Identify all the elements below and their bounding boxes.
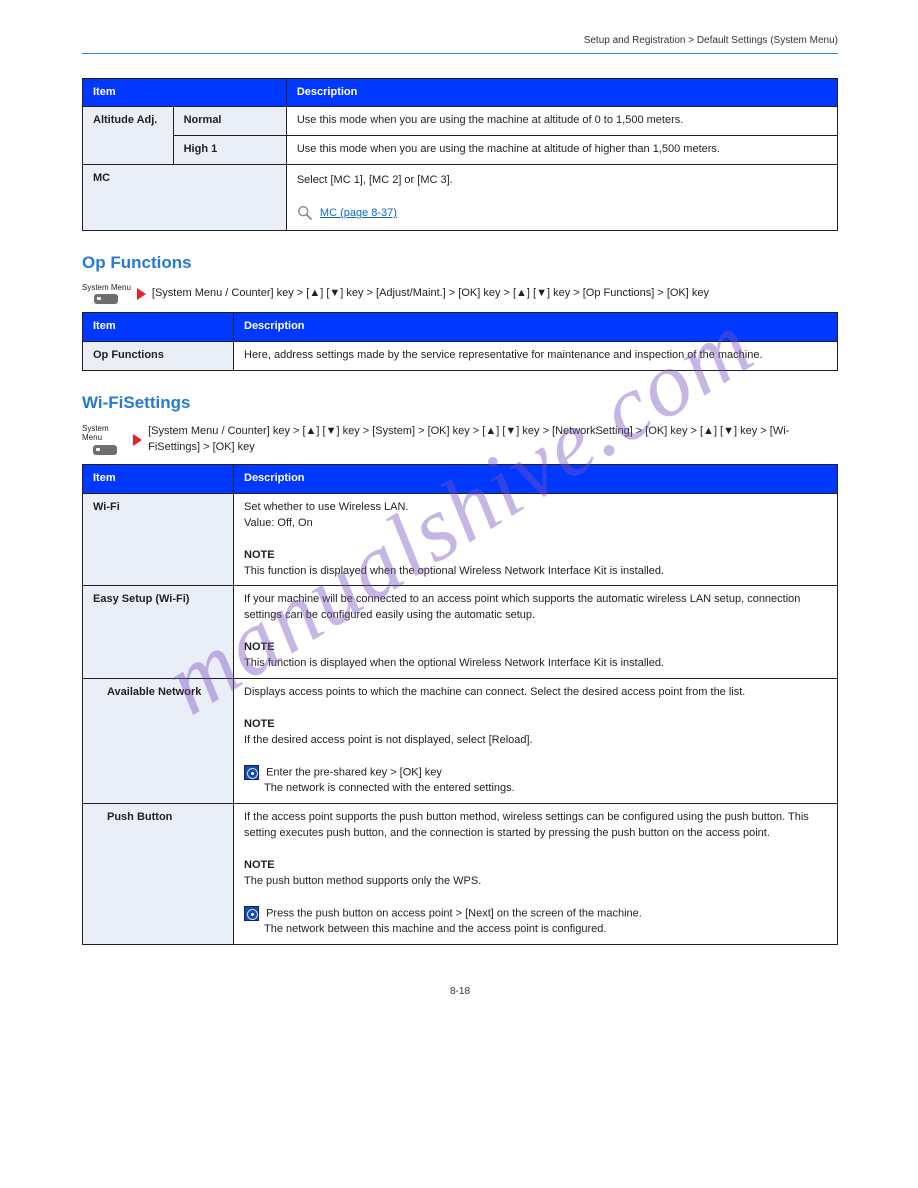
cell-wifi-desc: Set whether to use Wireless LAN. Value: … bbox=[234, 493, 838, 586]
cell-easy-desc: If your machine will be connected to an … bbox=[234, 586, 838, 679]
cell-push-desc: If the access point supports the push bu… bbox=[234, 804, 838, 945]
cell-mc: MC bbox=[83, 165, 287, 231]
magnifier-icon bbox=[297, 205, 313, 221]
mc-text: Select [MC 1], [MC 2] or [MC 3]. bbox=[297, 174, 453, 186]
cell-easy: Easy Setup (Wi-Fi) bbox=[83, 586, 234, 679]
avail-action: Enter the pre-shared key > [OK] key bbox=[266, 766, 442, 778]
cell-normal: Normal bbox=[173, 107, 286, 136]
table-wifi: Item Description Wi-Fi Set whether to us… bbox=[82, 464, 838, 945]
cell-high1-desc: Use this mode when you are using the mac… bbox=[286, 136, 837, 165]
push-line1: If the access point supports the push bu… bbox=[244, 811, 809, 839]
avail-line1: Displays access points to which the mach… bbox=[244, 686, 745, 698]
network-icon bbox=[244, 906, 259, 921]
wifi-line1: Set whether to use Wireless LAN. bbox=[244, 501, 408, 513]
cell-mc-desc: Select [MC 1], [MC 2] or [MC 3]. MC (pag… bbox=[286, 165, 837, 231]
breadcrumb-wifi-text: [System Menu / Counter] key > [▲] [▼] ke… bbox=[148, 424, 838, 456]
note-label: NOTE bbox=[244, 641, 275, 653]
breadcrumb-op: System Menu [System Menu / Counter] key … bbox=[82, 284, 838, 305]
th-item-op: Item bbox=[83, 313, 234, 342]
wifi-line3: This function is displayed when the opti… bbox=[244, 565, 664, 577]
note-label: NOTE bbox=[244, 859, 275, 871]
mc-link[interactable]: MC (page 8-37) bbox=[320, 207, 397, 219]
cell-op: Op Functions bbox=[83, 342, 234, 371]
table-altitude: Item Description Altitude Adj. Normal Us… bbox=[82, 78, 838, 232]
cell-push: Push Button bbox=[83, 804, 234, 945]
th-desc-wifi: Description bbox=[234, 464, 838, 493]
breadcrumb-wifi: System Menu [System Menu / Counter] key … bbox=[82, 424, 838, 456]
cell-wifi: Wi-Fi bbox=[83, 493, 234, 586]
note-label: NOTE bbox=[244, 718, 275, 730]
table-op: Item Description Op Functions Here, addr… bbox=[82, 312, 838, 371]
avail-line3: The network is connected with the entere… bbox=[264, 781, 515, 797]
header-rule bbox=[82, 53, 838, 54]
th-desc: Description bbox=[286, 78, 837, 107]
page-number: 8-18 bbox=[82, 985, 838, 1000]
cell-available: Available Network bbox=[83, 679, 234, 804]
th-item: Item bbox=[83, 78, 287, 107]
cell-op-desc: Here, address settings made by the servi… bbox=[234, 342, 838, 371]
cell-high1: High 1 bbox=[173, 136, 286, 165]
push-action: Press the push button on access point > … bbox=[266, 907, 642, 919]
note-label: NOTE bbox=[244, 549, 275, 561]
network-icon bbox=[244, 765, 259, 780]
page-header: Setup and Registration > Default Setting… bbox=[82, 34, 838, 49]
cell-altitude: Altitude Adj. bbox=[83, 107, 174, 165]
cell-available-desc: Displays access points to which the mach… bbox=[234, 679, 838, 804]
th-desc-op: Description bbox=[234, 313, 838, 342]
push-line3: The network between this machine and the… bbox=[264, 922, 606, 938]
arrow-icon bbox=[137, 288, 146, 300]
cell-normal-desc: Use this mode when you are using the mac… bbox=[286, 107, 837, 136]
easy-line1: If your machine will be connected to an … bbox=[244, 593, 800, 621]
avail-line2: If the desired access point is not displ… bbox=[244, 734, 533, 746]
wifi-line2: Value: Off, On bbox=[244, 517, 313, 529]
breadcrumb-op-text: [System Menu / Counter] key > [▲] [▼] ke… bbox=[152, 286, 709, 302]
system-menu-icon: System Menu bbox=[82, 284, 131, 305]
section-title-wifi: Wi-FiSettings bbox=[82, 391, 838, 416]
push-line2: The push button method supports only the… bbox=[244, 875, 481, 887]
easy-line2: This function is displayed when the opti… bbox=[244, 657, 664, 669]
arrow-icon bbox=[133, 434, 142, 446]
system-menu-icon: System Menu bbox=[82, 425, 127, 455]
section-title-op: Op Functions bbox=[82, 251, 838, 276]
th-item-wifi: Item bbox=[83, 464, 234, 493]
